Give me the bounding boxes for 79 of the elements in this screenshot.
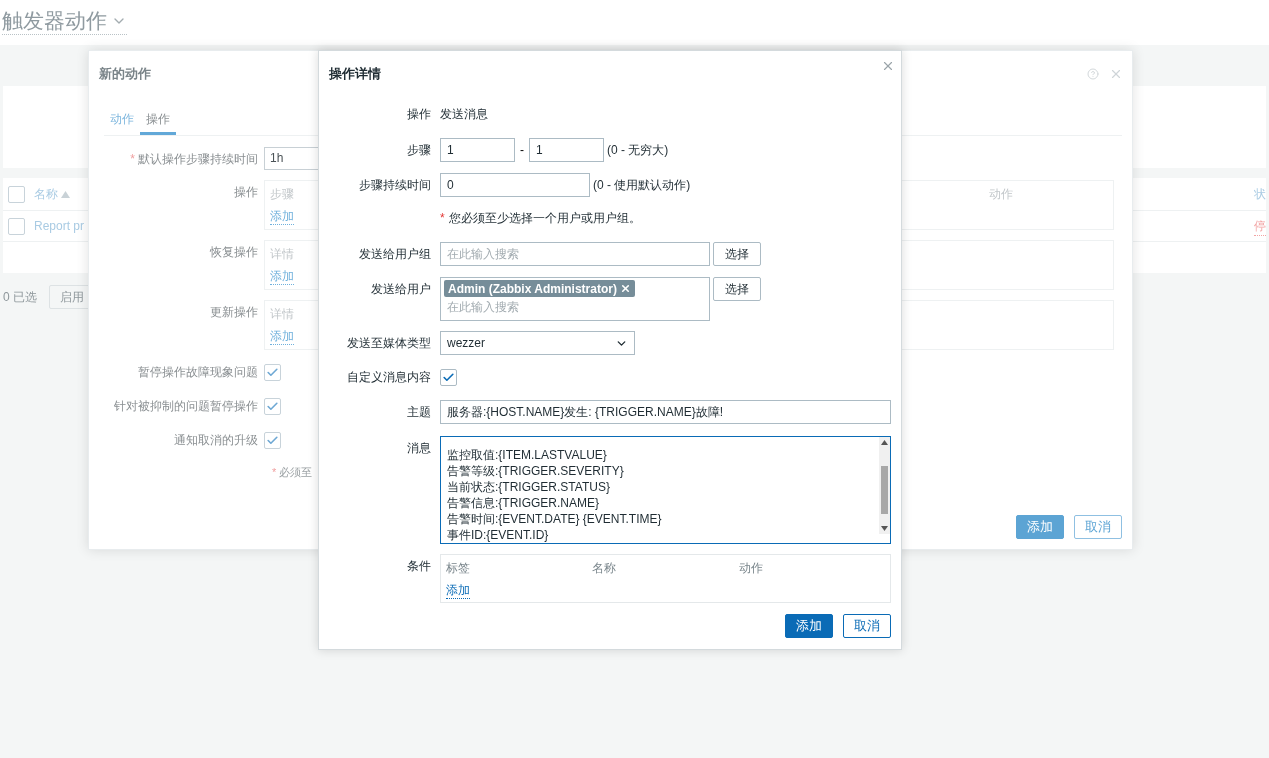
- required-mark: *: [130, 151, 135, 166]
- close-icon[interactable]: [881, 59, 895, 73]
- user-group-field[interactable]: 在此输入搜索: [440, 242, 710, 266]
- required-mark: *: [272, 465, 277, 480]
- add-link[interactable]: 添加: [446, 583, 470, 599]
- field-label: 条件: [406, 558, 431, 575]
- checkbox[interactable]: [440, 368, 457, 386]
- checkbox[interactable]: [8, 185, 25, 203]
- add-link[interactable]: 添加: [270, 329, 294, 345]
- note-text: 必须至: [279, 465, 313, 480]
- cancel-button[interactable]: 取消: [1074, 514, 1122, 539]
- field-label: 恢复操作: [209, 244, 258, 261]
- checkbox-label: 暂停操作故障现象问题: [137, 364, 258, 381]
- field-label: 默认操作步骤持续时间: [138, 151, 258, 166]
- scroll-up-icon[interactable]: [881, 440, 888, 445]
- field-label: 发送给用户: [370, 281, 431, 298]
- tab[interactable]: 操作: [140, 105, 176, 135]
- column-header: 详情: [270, 306, 294, 323]
- check-icon: [266, 365, 279, 379]
- user-field[interactable]: Admin (Zabbix Administrator) 在此输入搜索: [440, 277, 710, 321]
- checkbox-label: 通知取消的升级: [173, 432, 258, 449]
- scrollbar[interactable]: [879, 437, 890, 534]
- range-separator: -: [520, 142, 524, 159]
- column-header: 标签: [446, 560, 471, 577]
- tab[interactable]: 动作: [104, 105, 140, 135]
- column-header[interactable]: 状: [1254, 185, 1266, 203]
- selected-count: 0 已选: [3, 289, 37, 306]
- field-label: 步骤持续时间: [358, 177, 431, 194]
- page-title[interactable]: 触发器动作: [2, 8, 127, 35]
- operation-value: 发送消息: [440, 106, 488, 123]
- check-icon: [266, 433, 279, 447]
- check-icon: [442, 370, 455, 384]
- close-icon[interactable]: [1109, 67, 1123, 81]
- dialog-title: 新的动作: [99, 65, 151, 84]
- media-type-select[interactable]: wezzer: [440, 331, 635, 355]
- step-duration-field[interactable]: 0: [440, 173, 590, 197]
- dialog-title: 操作详情: [329, 65, 381, 84]
- check-icon: [266, 399, 279, 413]
- table-link[interactable]: Report pr: [34, 217, 85, 235]
- select-button[interactable]: 选择: [713, 277, 761, 301]
- checkbox[interactable]: [264, 431, 281, 449]
- field-label: 消息: [406, 440, 431, 457]
- column-header[interactable]: 名称: [34, 185, 70, 203]
- remove-icon[interactable]: [619, 283, 631, 294]
- scrollbar-thumb[interactable]: [881, 466, 888, 514]
- column-header: 详情: [270, 246, 294, 263]
- checkbox[interactable]: [8, 217, 25, 235]
- checkbox-label: 针对被抑制的问题暂停操作: [113, 398, 258, 415]
- help-icon[interactable]: [1087, 68, 1099, 80]
- field-label: 更新操作: [209, 304, 258, 321]
- step-to-field[interactable]: 1: [529, 138, 604, 162]
- add-link[interactable]: 添加: [270, 269, 294, 285]
- checkbox[interactable]: [264, 397, 281, 415]
- note-text: 您必须至少选择一个用户或用户组。: [448, 210, 641, 227]
- column-header: 名称: [592, 560, 618, 577]
- checkbox[interactable]: [264, 363, 281, 381]
- search-placeholder: 在此输入搜索: [446, 299, 520, 316]
- field-label: 自定义消息内容: [346, 369, 431, 386]
- column-header: 动作: [738, 560, 764, 577]
- field-label: 操作: [233, 184, 258, 201]
- subject-field[interactable]: 服务器:{HOST.NAME}发生: {TRIGGER.NAME}故障!: [440, 400, 891, 424]
- user-tag[interactable]: Admin (Zabbix Administrator): [444, 280, 635, 297]
- field-label: 步骤: [406, 142, 431, 159]
- field-label: 发送给用户组: [358, 246, 431, 263]
- field-label: 发送至媒体类型: [346, 335, 431, 352]
- required-mark: *: [440, 210, 445, 227]
- field-hint: (0 - 无穷大): [607, 142, 669, 159]
- message-field[interactable]: 监控取值:{ITEM.LASTVALUE} 告警等级:{TRIGGER.SEVERITY} 当前状态:{TRIGGER.STATUS} 告警信息:{TRIGGER.NAME} 告警时间:{EVENT.DATE} {EVENT.TIME} 事件ID:{EVENT.ID}: [440, 436, 891, 544]
- add-button[interactable]: 添加: [1016, 514, 1064, 539]
- scroll-down-icon[interactable]: [881, 526, 888, 531]
- field-label: 操作: [406, 106, 431, 123]
- cancel-button[interactable]: 取消: [843, 614, 891, 638]
- select-button[interactable]: 选择: [713, 242, 761, 266]
- add-link[interactable]: 添加: [270, 209, 294, 225]
- step-from-field[interactable]: 1: [440, 138, 515, 162]
- field-hint: (0 - 使用默认动作): [593, 177, 691, 194]
- status-link[interactable]: 停: [1254, 216, 1266, 236]
- field-label: 主题: [406, 404, 431, 421]
- add-button[interactable]: 添加: [785, 614, 833, 638]
